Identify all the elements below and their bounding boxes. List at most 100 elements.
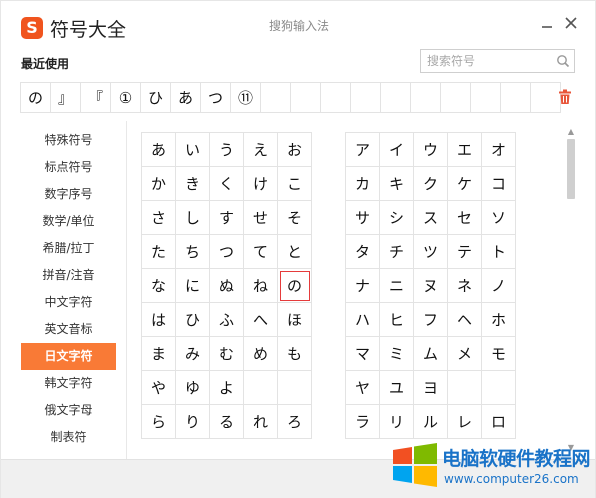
search-input[interactable] [427, 52, 551, 70]
katakana-symbol-cell[interactable]: ケ [448, 167, 482, 201]
katakana-symbol-cell[interactable]: テ [448, 235, 482, 269]
katakana-symbol-cell[interactable]: ヌ [414, 269, 448, 303]
katakana-symbol-cell[interactable]: ミ [380, 337, 414, 371]
sidebar-category-item[interactable]: 日文字符 [21, 343, 116, 370]
hiragana-symbol-cell[interactable]: そ [278, 201, 312, 235]
hiragana-symbol-cell[interactable]: ふ [210, 303, 244, 337]
hiragana-symbol-cell[interactable]: す [210, 201, 244, 235]
hiragana-symbol-cell[interactable]: た [142, 235, 176, 269]
hiragana-symbol-cell[interactable]: へ [244, 303, 278, 337]
search-box[interactable] [420, 49, 575, 73]
hiragana-symbol-cell[interactable]: れ [244, 405, 278, 439]
recent-symbol-cell[interactable]: あ [170, 82, 201, 113]
hiragana-symbol-cell[interactable]: さ [142, 201, 176, 235]
sidebar-category-item[interactable]: 韩文字符 [21, 370, 116, 397]
hiragana-symbol-cell[interactable]: つ [210, 235, 244, 269]
recent-symbol-cell[interactable] [380, 82, 411, 113]
katakana-symbol-cell[interactable]: セ [448, 201, 482, 235]
katakana-symbol-cell[interactable]: ヤ [346, 371, 380, 405]
hiragana-symbol-cell[interactable]: あ [142, 133, 176, 167]
katakana-symbol-cell[interactable]: ナ [346, 269, 380, 303]
katakana-symbol-cell[interactable]: ウ [414, 133, 448, 167]
katakana-symbol-cell[interactable]: ト [482, 235, 516, 269]
sidebar-category-item[interactable]: 俄文字母 [21, 397, 116, 424]
recent-symbol-cell[interactable]: の [20, 82, 51, 113]
scroll-up-arrow-icon[interactable]: ▲ [565, 127, 577, 137]
hiragana-symbol-cell[interactable]: え [244, 133, 278, 167]
katakana-symbol-cell[interactable]: ハ [346, 303, 380, 337]
sidebar-category-item[interactable]: 制表符 [21, 424, 116, 451]
sidebar-category-item[interactable]: 英文音标 [21, 316, 116, 343]
hiragana-symbol-cell[interactable]: む [210, 337, 244, 371]
sidebar-category-item[interactable]: 希腊/拉丁 [21, 235, 116, 262]
katakana-symbol-cell[interactable]: ラ [346, 405, 380, 439]
katakana-symbol-cell[interactable]: ノ [482, 269, 516, 303]
katakana-symbol-cell[interactable]: ヘ [448, 303, 482, 337]
katakana-symbol-cell[interactable]: マ [346, 337, 380, 371]
hiragana-symbol-cell[interactable]: り [176, 405, 210, 439]
recent-symbol-cell[interactable] [290, 82, 321, 113]
recent-symbol-cell[interactable] [260, 82, 291, 113]
hiragana-symbol-cell[interactable]: か [142, 167, 176, 201]
hiragana-symbol-cell[interactable]: て [244, 235, 278, 269]
recent-symbol-cell[interactable]: ⑪ [230, 82, 261, 113]
recent-symbol-cell[interactable] [350, 82, 381, 113]
katakana-symbol-cell[interactable]: ム [414, 337, 448, 371]
hiragana-symbol-cell[interactable]: ま [142, 337, 176, 371]
hiragana-symbol-cell[interactable]: き [176, 167, 210, 201]
katakana-symbol-cell[interactable]: ル [414, 405, 448, 439]
sidebar-category-item[interactable]: 中文字符 [21, 289, 116, 316]
hiragana-symbol-cell[interactable]: こ [278, 167, 312, 201]
katakana-symbol-cell[interactable]: モ [482, 337, 516, 371]
hiragana-symbol-cell[interactable]: ら [142, 405, 176, 439]
katakana-symbol-cell[interactable]: ス [414, 201, 448, 235]
katakana-symbol-cell[interactable]: リ [380, 405, 414, 439]
katakana-symbol-cell[interactable]: ニ [380, 269, 414, 303]
hiragana-symbol-cell[interactable]: ち [176, 235, 210, 269]
trash-icon[interactable] [558, 89, 572, 105]
minimize-button[interactable] [539, 15, 555, 31]
recent-symbol-cell[interactable]: 』 [50, 82, 81, 113]
katakana-symbol-cell[interactable]: ヒ [380, 303, 414, 337]
sidebar-category-item[interactable]: 数字序号 [21, 181, 116, 208]
sidebar-category-item[interactable]: 标点符号 [21, 154, 116, 181]
sidebar-category-item[interactable]: 特殊符号 [21, 127, 116, 154]
katakana-symbol-cell[interactable]: レ [448, 405, 482, 439]
hiragana-symbol-cell[interactable]: ね [244, 269, 278, 303]
hiragana-symbol-cell[interactable]: み [176, 337, 210, 371]
hiragana-symbol-cell[interactable]: け [244, 167, 278, 201]
katakana-symbol-cell[interactable]: サ [346, 201, 380, 235]
sidebar-category-item[interactable]: 数学/单位 [21, 208, 116, 235]
katakana-symbol-cell[interactable]: チ [380, 235, 414, 269]
recent-symbol-cell[interactable] [500, 82, 531, 113]
hiragana-symbol-cell[interactable]: ほ [278, 303, 312, 337]
katakana-symbol-cell[interactable]: ロ [482, 405, 516, 439]
hiragana-symbol-cell[interactable]: ろ [278, 405, 312, 439]
katakana-symbol-cell[interactable]: メ [448, 337, 482, 371]
close-button[interactable] [563, 15, 579, 31]
katakana-symbol-cell[interactable]: エ [448, 133, 482, 167]
katakana-symbol-cell[interactable]: ホ [482, 303, 516, 337]
katakana-symbol-cell[interactable]: フ [414, 303, 448, 337]
hiragana-symbol-cell[interactable]: と [278, 235, 312, 269]
recent-symbol-cell[interactable] [410, 82, 441, 113]
vertical-scrollbar[interactable]: ▲ ▼ [565, 127, 577, 453]
recent-symbol-cell[interactable]: 『 [80, 82, 111, 113]
hiragana-symbol-cell[interactable]: く [210, 167, 244, 201]
katakana-symbol-cell[interactable]: コ [482, 167, 516, 201]
katakana-symbol-cell[interactable]: ユ [380, 371, 414, 405]
recent-symbol-cell[interactable] [470, 82, 501, 113]
hiragana-symbol-cell[interactable]: し [176, 201, 210, 235]
recent-symbol-cell[interactable]: ひ [140, 82, 171, 113]
katakana-symbol-cell[interactable]: ネ [448, 269, 482, 303]
hiragana-symbol-cell[interactable]: や [142, 371, 176, 405]
recent-symbol-cell[interactable] [530, 82, 561, 113]
hiragana-symbol-cell[interactable]: う [210, 133, 244, 167]
recent-symbol-cell[interactable]: ① [110, 82, 141, 113]
katakana-symbol-cell[interactable]: ア [346, 133, 380, 167]
katakana-symbol-cell[interactable]: ソ [482, 201, 516, 235]
katakana-symbol-cell[interactable]: キ [380, 167, 414, 201]
hiragana-symbol-cell[interactable]: の [278, 269, 312, 303]
hiragana-symbol-cell[interactable]: め [244, 337, 278, 371]
katakana-symbol-cell[interactable]: シ [380, 201, 414, 235]
